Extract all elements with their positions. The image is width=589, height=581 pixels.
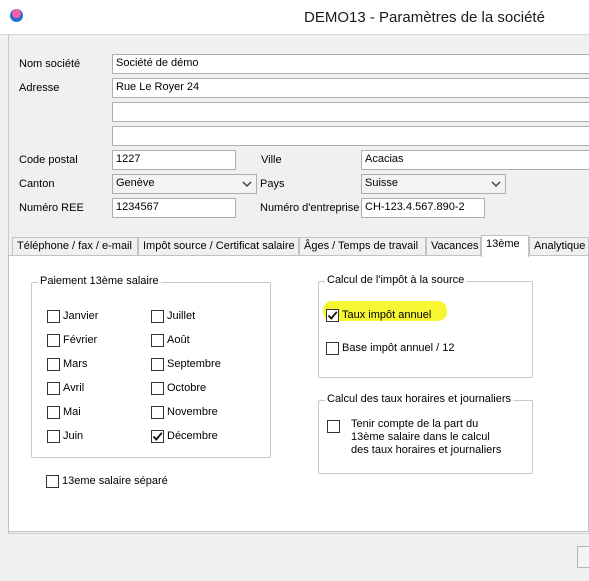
hourly-rates-line2: 13ème salaire dans le calcul	[351, 431, 490, 443]
month-juin-checkbox[interactable]	[47, 430, 60, 443]
tab-13eme[interactable]: 13ème	[481, 235, 529, 257]
month-mars-checkbox[interactable]	[47, 358, 60, 371]
month-octobre-checkbox[interactable]	[151, 382, 164, 395]
month-juillet-checkbox[interactable]	[151, 310, 164, 323]
month-avril-label: Avril	[63, 382, 85, 394]
company-name-label: Nom société	[19, 58, 81, 70]
month-septembre-label: Septembre	[167, 358, 221, 370]
tab-impot-source[interactable]: Impôt source / Certificat salaire	[138, 237, 299, 256]
month-decembre-label: Décembre	[167, 430, 218, 442]
month-aout-checkbox[interactable]	[151, 334, 164, 347]
postal-code-label: Code postal	[19, 154, 78, 166]
month-novembre-label: Novembre	[167, 406, 218, 418]
annual-tax-base-checkbox[interactable]	[326, 342, 339, 355]
app-icon	[10, 9, 23, 22]
window-title: DEMO13 - Paramètres de la société	[304, 9, 545, 26]
tab-strip: Téléphone / fax / e-mail Impôt source / …	[8, 235, 589, 257]
tab-vacances[interactable]: Vacances	[426, 237, 481, 256]
address-line3-field[interactable]	[112, 126, 589, 146]
month-juin-label: Juin	[63, 430, 84, 442]
hourly-rates-line1: Tenir compte de la part du	[351, 418, 479, 430]
address-label: Adresse	[19, 82, 60, 94]
month-mai-checkbox[interactable]	[47, 406, 60, 419]
month-juillet-label: Juillet	[167, 310, 196, 322]
separate-13th-label: 13eme salaire séparé	[62, 475, 168, 487]
month-mars-label: Mars	[63, 358, 88, 370]
hourly-rates-line3: des taux horaires et journaliers	[351, 444, 502, 456]
canton-label: Canton	[19, 178, 55, 190]
hourly-rates-checkbox[interactable]	[327, 420, 340, 433]
month-novembre-checkbox[interactable]	[151, 406, 164, 419]
enterprise-number-label: Numéro d'entreprise	[260, 202, 360, 214]
tab-telephone[interactable]: Téléphone / fax / e-mail	[12, 237, 138, 256]
annual-tax-rate-checkbox[interactable]	[326, 309, 339, 322]
month-avril-checkbox[interactable]	[47, 382, 60, 395]
canton-select[interactable]: Genève	[112, 174, 257, 194]
month-janvier-checkbox[interactable]	[47, 310, 60, 323]
month-janvier-label: Janvier	[63, 310, 99, 322]
payment-group-title: Paiement 13ème salaire	[38, 275, 161, 287]
chevron-down-icon	[491, 181, 501, 187]
city-field[interactable]: Acacias	[361, 150, 589, 170]
country-label: Pays	[260, 178, 285, 190]
separate-13th-checkbox[interactable]	[46, 475, 59, 488]
month-fevrier-label: Février	[63, 334, 98, 346]
hourly-rates-group-title: Calcul des taux horaires et journaliers	[325, 393, 514, 405]
ree-number-field[interactable]: 1234567	[112, 198, 236, 218]
month-aout-label: Août	[167, 334, 190, 346]
checkmark-icon	[152, 432, 163, 441]
annual-tax-base-label: Base impôt annuel / 12	[342, 342, 455, 354]
enterprise-number-field[interactable]: CH-123.4.567.890-2	[361, 198, 485, 218]
hourly-rates-group: Calcul des taux horaires et journaliers …	[318, 393, 533, 474]
country-select-value: Suisse	[365, 177, 399, 189]
tax-calc-group: Calcul de l'impôt à la source Taux impôt…	[318, 274, 533, 378]
payment-group: Paiement 13ème salaire Janvier Février M…	[31, 275, 271, 458]
chevron-down-icon	[242, 181, 252, 187]
city-label: Ville	[261, 154, 282, 166]
month-octobre-label: Octobre	[167, 382, 207, 394]
button-bar	[8, 533, 589, 573]
address-line2-field[interactable]	[112, 102, 589, 122]
dialog-button[interactable]	[577, 546, 589, 568]
tax-calc-group-title: Calcul de l'impôt à la source	[325, 274, 467, 286]
month-decembre-checkbox[interactable]	[151, 430, 164, 443]
month-fevrier-checkbox[interactable]	[47, 334, 60, 347]
company-name-field[interactable]: Société de démo	[112, 54, 589, 74]
hourly-rates-description: Tenir compte de la part du 13ème salaire…	[351, 418, 501, 457]
month-septembre-checkbox[interactable]	[151, 358, 164, 371]
country-select[interactable]: Suisse	[361, 174, 506, 194]
tab-ages[interactable]: Âges / Temps de travail	[299, 237, 426, 256]
address-line1-field[interactable]: Rue Le Royer 24	[112, 78, 589, 98]
checkmark-icon	[327, 311, 338, 320]
tab-analytique[interactable]: Analytique	[529, 237, 589, 256]
ree-number-label: Numéro REE	[19, 202, 84, 214]
canton-select-value: Genève	[116, 177, 155, 189]
month-mai-label: Mai	[63, 406, 81, 418]
title-bar: DEMO13 - Paramètres de la société	[0, 0, 589, 35]
annual-tax-rate-label: Taux impôt annuel	[342, 309, 432, 321]
tab-panel-13eme: Paiement 13ème salaire Janvier Février M…	[8, 255, 589, 532]
postal-code-field[interactable]: 1227	[112, 150, 236, 170]
